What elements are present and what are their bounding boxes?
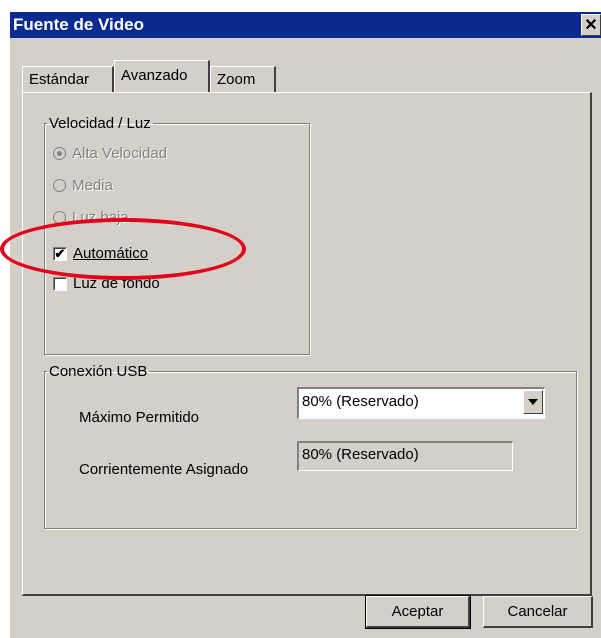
cancel-button[interactable]: Cancelar — [483, 596, 593, 628]
tab-estandar-label: Estándar — [29, 71, 90, 88]
radio-button — [53, 147, 66, 160]
radio-button — [53, 211, 66, 224]
usb-connection-legend: Conexión USB — [49, 363, 148, 380]
dialog-client-area: Estándar Avanzado Zoom Velocidad / Luz A… — [10, 38, 601, 638]
chevron-down-icon[interactable] — [523, 390, 543, 414]
radio-button — [53, 179, 66, 192]
window-title: Fuente de Video — [13, 15, 144, 34]
checkbox-box — [53, 276, 67, 291]
radio-high-speed-label: Alta Velocidad — [72, 145, 168, 162]
speed-light-legend: Velocidad / Luz — [49, 115, 151, 132]
tab-zoom[interactable]: Zoom — [210, 66, 276, 92]
radio-low-light-label: Luz baja — [72, 209, 129, 226]
max-allowed-label: Máximo Permitido — [79, 409, 200, 426]
tab-estandar[interactable]: Estándar — [22, 66, 114, 92]
close-icon[interactable]: ✕ — [581, 14, 601, 36]
radio-high-speed[interactable]: Alta Velocidad — [53, 145, 167, 162]
checkbox-automatic[interactable]: ✔ Automático — [53, 245, 148, 262]
currently-assigned-label: Corrientemente Asignado — [79, 461, 249, 478]
accept-button[interactable]: Aceptar — [365, 595, 471, 629]
advanced-tab-panel: Velocidad / Luz Alta Velocidad Media Luz… — [22, 92, 592, 596]
check-icon: ✔ — [53, 245, 67, 261]
checkbox-backlight[interactable]: Luz de fondo — [53, 275, 160, 292]
video-source-dialog: Fuente de Video ✕ Estándar Avanzado Zoom… — [0, 0, 601, 638]
tab-avanzado-label: Avanzado — [121, 67, 188, 84]
radio-medium[interactable]: Media — [53, 177, 113, 194]
checkbox-backlight-label: Luz de fondo — [73, 275, 160, 292]
checkbox-automatic-label: Automático — [73, 245, 149, 262]
title-bar: Fuente de Video ✕ — [10, 12, 601, 38]
radio-low-light[interactable]: Luz baja — [53, 209, 129, 226]
radio-medium-label: Media — [72, 177, 113, 194]
max-allowed-value: 80% (Reservado) — [302, 393, 419, 410]
currently-assigned-field: 80% (Reservado) — [297, 441, 513, 471]
max-allowed-select[interactable]: 80% (Reservado) — [297, 387, 545, 419]
tab-zoom-label: Zoom — [217, 71, 256, 88]
tab-avanzado[interactable]: Avanzado — [114, 60, 210, 92]
